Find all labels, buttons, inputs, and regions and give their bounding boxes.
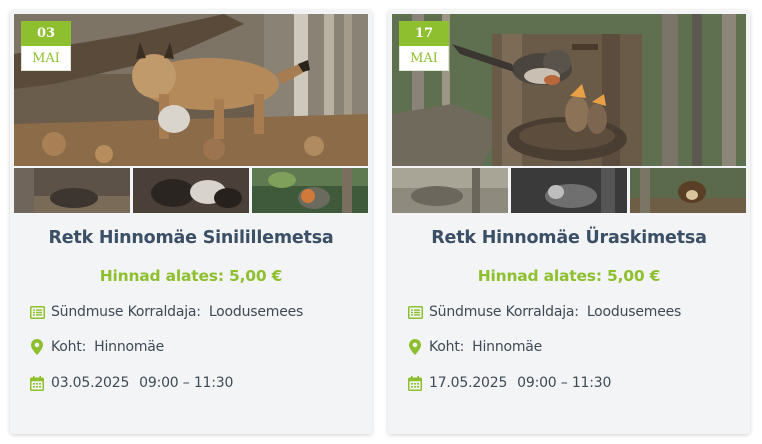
robin-image [252,168,368,213]
event-image-collage[interactable]: 03 MAI [14,14,368,213]
place-value: Hinnomäe [472,339,543,355]
event-card[interactable]: 17 MAI Retk Hinnomäe Üraskimetsa Hinnad … [388,10,750,434]
event-price: Hinnad alates: 5,00 € [99,267,283,285]
event-title[interactable]: Retk Hinnomäe Üraskimetsa [388,228,750,248]
place-label: Koht: [51,339,87,355]
date-month: MAI [21,46,71,71]
list-icon [407,304,423,320]
thumbnail-marten[interactable] [630,168,746,213]
date-month: MAI [399,46,449,71]
thumbnail-badger[interactable] [14,168,130,213]
event-card[interactable]: 03 MAI Retk Hinnomäe Sinilillemetsa Hinn… [10,10,372,434]
place-row: Koht: Hinnomäe [407,337,740,357]
calendar-icon [407,375,423,391]
thumbnail-night-animal[interactable] [511,168,627,213]
calendar-icon [29,375,45,391]
event-title-link[interactable]: Retk Hinnomäe Üraskimetsa [431,228,707,248]
event-date: 03.05.2025 [51,375,130,391]
place-row: Koht: Hinnomäe [29,337,362,357]
event-time: 09:00 – 11:30 [139,375,234,391]
thumbnail-cubs[interactable] [133,168,249,213]
date-day: 17 [399,21,449,46]
organizer-value: Loodusemees [208,304,304,320]
organizer-value: Loodusemees [586,304,682,320]
map-pin-icon [407,339,423,355]
place-label: Koht: [429,339,465,355]
thumbnail-strip [14,168,368,213]
datetime-row: 03.05.2025 09:00 – 11:30 [29,373,362,393]
date-day: 03 [21,21,71,46]
event-image-collage[interactable]: 17 MAI [392,14,746,213]
date-badge: 03 MAI [21,21,71,71]
organizer-row: Sündmuse Korraldaja: Loodusemees [407,302,740,322]
datetime-row: 17.05.2025 09:00 – 11:30 [407,373,740,393]
event-title-link[interactable]: Retk Hinnomäe Sinilillemetsa [48,228,333,248]
crane-image [392,168,508,213]
event-price: Hinnad alates: 5,00 € [477,267,661,285]
organizer-label: Sündmuse Korraldaja: [429,304,579,320]
night-animal-image [511,168,627,213]
event-time: 09:00 – 11:30 [517,375,612,391]
badger-image [14,168,130,213]
thumbnail-crane[interactable] [392,168,508,213]
map-pin-icon [29,339,45,355]
marten-image [630,168,746,213]
event-date: 17.05.2025 [429,375,508,391]
thumbnail-robin[interactable] [252,168,368,213]
organizer-label: Sündmuse Korraldaja: [51,304,201,320]
organizer-row: Sündmuse Korraldaja: Loodusemees [29,302,362,322]
thumbnail-strip [392,168,746,213]
date-badge: 17 MAI [399,21,449,71]
event-title[interactable]: Retk Hinnomäe Sinilillemetsa [10,228,372,248]
list-icon [29,304,45,320]
cubs-image [133,168,249,213]
place-value: Hinnomäe [94,339,165,355]
